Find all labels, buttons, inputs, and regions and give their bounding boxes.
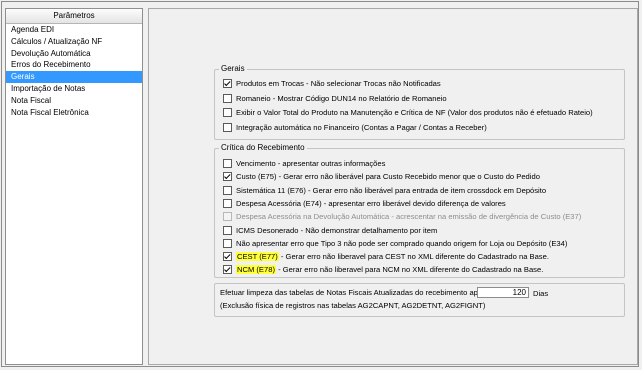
option-label: NCM (E78) - Gerar erro não liberavel par… [236,265,544,275]
gerais-group-title: Gerais [219,64,247,74]
option-label: Produtos em Trocas - Não selecionar Troc… [236,79,441,88]
option-checkbox[interactable] [223,122,232,132]
option-label: Custo (E75) - Gerar erro não liberável p… [236,172,540,182]
option-label: Sistemática 11 (E76) - Gerar erro não li… [236,185,547,195]
option-row[interactable]: Despesa Acessória (E74) - apresentar err… [223,198,506,209]
option-checkbox[interactable] [223,265,232,275]
option-checkbox[interactable] [223,225,232,235]
option-label: ICMS Desonerado - Não demonstrar detalha… [236,225,438,235]
option-highlight: CEST (E77) [236,252,279,262]
option-checkbox[interactable] [223,172,232,182]
option-label: Integração automática no Financeiro (Con… [236,122,487,132]
gerais-group: Gerais Produtos em Trocas - Não selecion… [214,64,625,140]
parameters-sidebar: Parâmetros Agenda EDI Cálculos / Atualiza… [5,8,143,365]
option-label: Despesa Acessória na Devolução Automátic… [236,212,582,222]
limpeza-days-input[interactable]: 120 [477,287,529,298]
option-checkbox[interactable] [223,108,232,117]
option-checkbox[interactable] [223,238,232,248]
option-row[interactable]: Vencimento - apresentar outras informaçõ… [223,158,385,169]
option-row: Despesa Acessória na Devolução Automátic… [223,211,581,222]
sidebar-item[interactable]: Cálculos / Atualização NF [6,36,142,48]
option-checkbox[interactable] [223,252,232,262]
option-checkbox[interactable] [223,79,232,88]
option-label: Romaneio - Mostrar Código DUN14 no Relat… [236,93,447,103]
limpeza-unit: Dias [533,289,549,298]
option-checkbox[interactable] [223,159,232,168]
sidebar-item[interactable]: Agenda EDI [6,24,142,36]
option-row[interactable]: Não apresentar erro que Tipo 3 não pode … [223,238,567,249]
option-label: CEST (E77) - Gerar erro não liberavel pa… [236,252,549,262]
sidebar-item[interactable]: Importação de Notas [6,83,142,95]
sidebar-item[interactable]: Gerais [6,71,142,83]
option-label: Exibir o Valor Total do Produto na Manut… [236,108,593,117]
settings-panel: Gerais Produtos em Trocas - Não selecion… [148,8,638,365]
option-row[interactable]: Sistemática 11 (E76) - Gerar erro não li… [223,185,546,196]
option-row[interactable]: Integração automática no Financeiro (Con… [223,122,487,133]
option-label-text: - Gerar erro não liberavel para CEST no … [278,252,549,262]
limpeza-label: Efetuar limpeza das tabelas de Notas Fis… [220,288,489,297]
option-label: Não apresentar erro que Tipo 3 não pode … [236,238,568,248]
option-label-text: - Gerar erro não liberavel para NCM no X… [275,265,544,275]
option-checkbox[interactable] [223,185,232,195]
critica-group: Crítica do Recebimento Vencimento - apre… [214,143,625,278]
option-checkbox[interactable] [223,93,232,103]
parameters-window: Parâmetros Agenda EDI Cálculos / Atualiza… [1,1,639,367]
limpeza-group: Efetuar limpeza das tabelas de Notas Fis… [214,283,625,317]
option-label: Vencimento - apresentar outras informaçõ… [236,159,386,168]
option-row[interactable]: NCM (E78) - Gerar erro não liberavel par… [223,264,543,275]
option-row[interactable]: CEST (E77) - Gerar erro não liberavel pa… [223,251,549,262]
option-row[interactable]: ICMS Desonerado - Não demonstrar detalha… [223,225,437,236]
sidebar-item[interactable]: Erros do Recebimento [6,59,142,71]
option-label: Despesa Acessória (E74) - apresentar err… [236,198,506,208]
sidebar-list: Agenda EDI Cálculos / Atualização NF Devol… [6,24,142,118]
sidebar-item[interactable]: Nota Fiscal [6,95,142,107]
critica-group-title: Crítica do Recebimento [219,143,307,153]
sidebar-header: Parâmetros [6,9,142,24]
option-checkbox [223,212,232,222]
option-checkbox[interactable] [223,198,232,208]
option-row[interactable]: Produtos em Trocas - Não selecionar Troc… [223,78,441,89]
option-row[interactable]: Exibir o Valor Total do Produto na Manut… [223,107,593,118]
sidebar-item[interactable]: Devolução Automática [6,48,142,60]
option-highlight: NCM (E78) [236,265,276,275]
option-row[interactable]: Romaneio - Mostrar Código DUN14 no Relat… [223,93,447,104]
sidebar-item[interactable]: Nota Fiscal Eletrônica [6,107,142,119]
limpeza-note: (Exclusão física de registros nas tabela… [220,301,486,310]
option-row[interactable]: Custo (E75) - Gerar erro não liberável p… [223,171,540,182]
